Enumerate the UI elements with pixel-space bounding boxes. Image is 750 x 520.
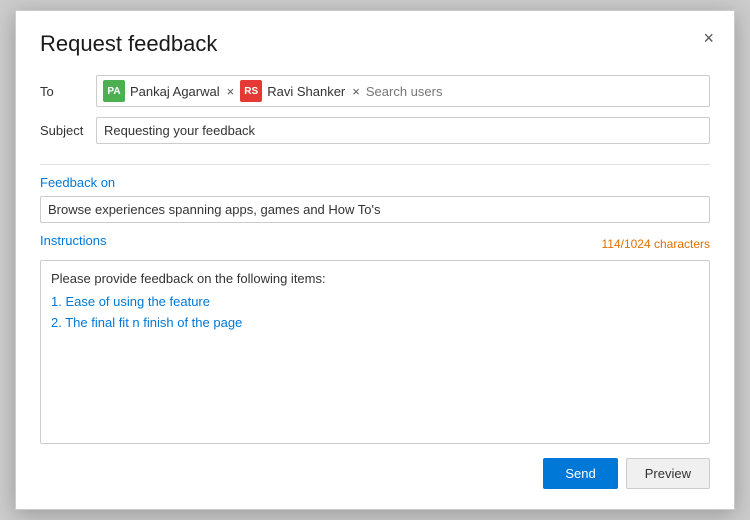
subject-input[interactable] (96, 117, 710, 144)
user-name-rs: Ravi Shanker (267, 84, 345, 99)
instructions-intro: Please provide feedback on the following… (51, 269, 699, 290)
form-section: Feedback on Instructions 114/1024 charac… (40, 175, 710, 444)
to-label: To (40, 84, 96, 99)
request-feedback-dialog: Request feedback × To PA Pankaj Agarwal … (15, 10, 735, 510)
instructions-label: Instructions (40, 233, 106, 248)
divider-1 (40, 164, 710, 165)
avatar-pa: PA (103, 80, 125, 102)
user-tag-pa: PA Pankaj Agarwal × (103, 80, 236, 102)
char-count: 114/1024 characters (601, 237, 710, 251)
instructions-content[interactable]: Please provide feedback on the following… (40, 260, 710, 444)
remove-pa-button[interactable]: × (225, 85, 237, 98)
user-tag-rs: RS Ravi Shanker × (240, 80, 362, 102)
feedback-on-label: Feedback on (40, 175, 710, 190)
remove-rs-button[interactable]: × (350, 85, 362, 98)
to-row: To PA Pankaj Agarwal × RS Ravi Shanker × (40, 75, 710, 107)
dialog-title: Request feedback (40, 31, 710, 57)
feedback-on-input[interactable] (40, 196, 710, 223)
instructions-header: Instructions 114/1024 characters (40, 233, 710, 254)
instructions-item-2: 2. The final fit n finish of the page (51, 313, 699, 334)
avatar-rs: RS (240, 80, 262, 102)
send-button[interactable]: Send (543, 458, 617, 489)
footer: Send Preview (40, 458, 710, 489)
search-users-input[interactable] (366, 84, 703, 99)
user-name-pa: Pankaj Agarwal (130, 84, 220, 99)
preview-button[interactable]: Preview (626, 458, 710, 489)
close-button[interactable]: × (697, 25, 720, 51)
instructions-item-1: 1. Ease of using the feature (51, 292, 699, 313)
subject-row: Subject (40, 117, 710, 144)
subject-label: Subject (40, 123, 96, 138)
to-field[interactable]: PA Pankaj Agarwal × RS Ravi Shanker × (96, 75, 710, 107)
